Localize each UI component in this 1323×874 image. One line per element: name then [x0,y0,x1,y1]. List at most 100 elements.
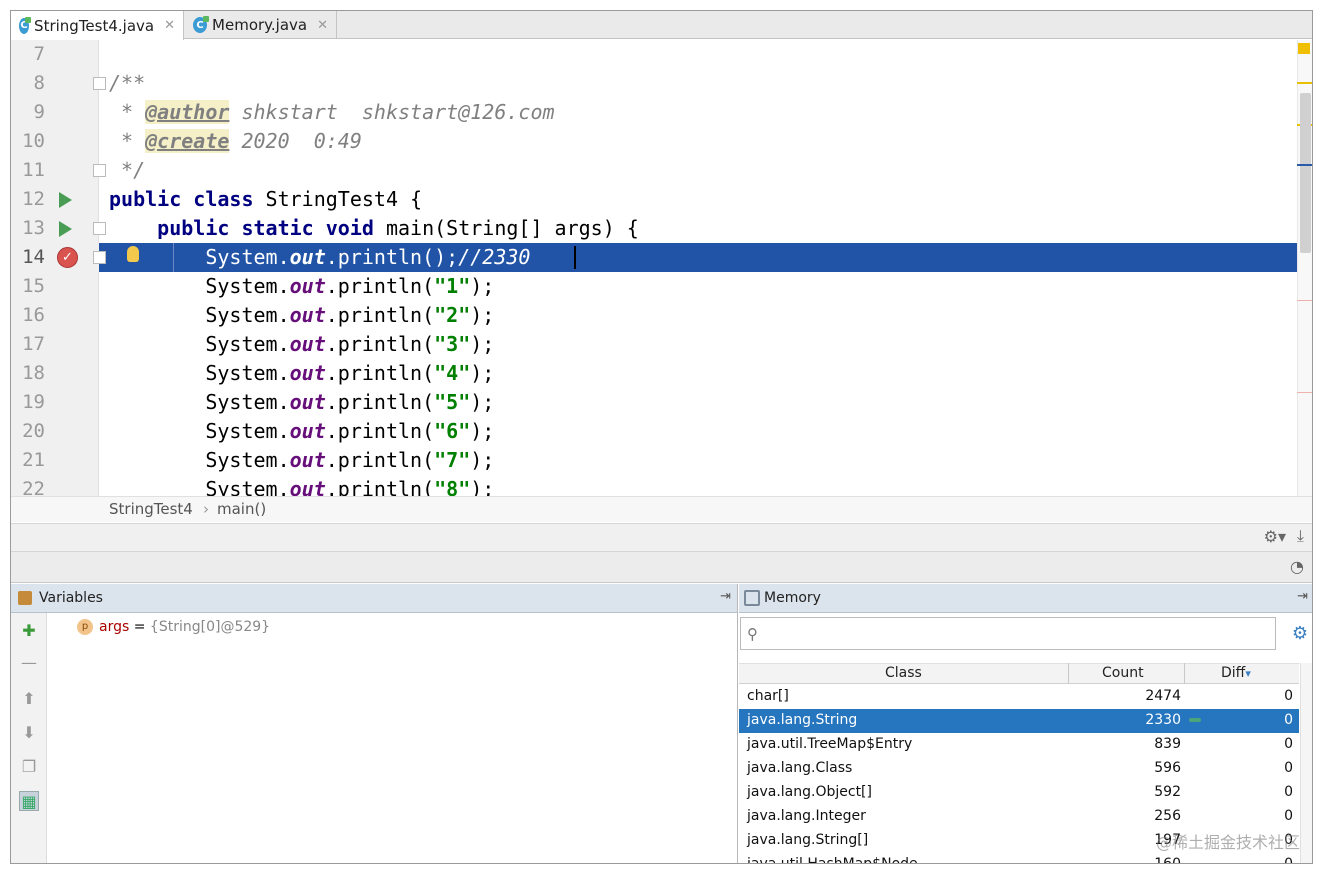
memory-table-row[interactable]: char[] 2474 0 [739,685,1299,709]
arrow-down-icon[interactable]: ⬇ [19,723,39,743]
code-text[interactable]: System.out.println("4"); [109,359,494,388]
code-text[interactable]: System.out.println();//2330 [109,243,530,272]
editor-tab-bar: C StringTest4.java ✕ C Memory.java ✕ [11,11,1312,40]
code-line: 22 System.out.println("8"); [11,475,1299,496]
variables-panel: Variables ⇥ ✚ — ⬆ ⬇ ❐ ▦ p args = {String[… [11,584,738,863]
run-icon[interactable] [59,192,72,208]
panel-title: Variables [39,590,103,606]
memory-header: Memory ⇥ [739,584,1312,613]
breadcrumb: StringTest4 › main() [11,496,1312,522]
variable-row[interactable]: p args = {String[0]@529} [77,619,270,635]
memory-table-row[interactable]: java.lang.String 2330 0 [739,709,1299,733]
class-name-cell: java.lang.Object[] [747,784,872,800]
count-cell: 256 [1154,808,1181,824]
code-text[interactable]: System.out.println("3"); [109,330,494,359]
class-name-cell: java.lang.Class [747,760,853,776]
parameter-icon: p [77,619,93,635]
code-text[interactable]: System.out.println("6"); [109,417,494,446]
code-text[interactable]: public class StringTest4 { [109,185,422,214]
code-text[interactable]: System.out.println("8"); [109,475,494,496]
breadcrumb-class[interactable]: StringTest4 [109,500,193,518]
class-name-cell: java.lang.String [747,712,858,728]
fold-icon[interactable] [93,164,106,177]
scrollbar-thumb[interactable] [1300,93,1311,253]
line-number: 16 [22,304,45,326]
code-text[interactable]: System.out.println("7"); [109,446,494,475]
code-text[interactable]: /** [109,69,145,98]
tab-stringtest4[interactable]: C StringTest4.java ✕ [11,11,184,40]
editor-scrollbar[interactable] [1297,40,1312,496]
count-cell: 2330 [1145,712,1181,728]
code-editor[interactable]: 7 8 /** 9 * @author shkstart shkstart@12… [11,40,1299,496]
column-count[interactable]: Count [1102,665,1144,681]
line-number: 18 [22,362,45,384]
settings-gear-icon[interactable]: ⚙ [1292,623,1308,644]
class-name-cell: java.lang.Integer [747,808,866,824]
fold-icon[interactable] [93,222,106,235]
gauge-icon[interactable]: ◔ [1290,557,1304,576]
close-icon[interactable]: ✕ [317,18,328,33]
code-text[interactable]: public static void main(String[] args) { [109,214,639,243]
class-search-input[interactable]: ⚲ [740,617,1276,650]
diff-cell: 0 [1284,736,1293,752]
remove-watch-icon[interactable]: — [19,653,39,673]
fold-icon[interactable] [93,251,106,264]
column-class[interactable]: Class [885,665,922,681]
code-text[interactable]: System.out.println("1"); [109,272,494,301]
text-caret [574,246,576,269]
breadcrumb-method[interactable]: main() [217,500,266,518]
download-icon[interactable]: ⤓ [1297,526,1304,546]
debug-subtoolbar: ◔ [11,551,1312,583]
column-diff[interactable]: Diff▾ [1221,665,1251,681]
line-number: 15 [22,275,45,297]
change-indicator-icon [1189,718,1201,722]
arrow-up-icon[interactable]: ⬆ [19,689,39,709]
add-watch-icon[interactable]: ✚ [19,621,39,641]
close-icon[interactable]: ✕ [164,18,175,33]
code-text[interactable]: * @author shkstart shkstart@126.com [109,98,555,127]
class-name-cell: java.lang.String[] [747,832,869,848]
code-text[interactable]: System.out.println("2"); [109,301,494,330]
memory-scrollbar[interactable] [1300,663,1312,863]
sort-desc-icon: ▾ [1245,667,1251,680]
run-icon[interactable] [59,221,72,237]
panel-title: Memory [764,590,821,606]
variable-eq: = [129,619,150,635]
variables-icon [18,591,32,605]
code-text[interactable]: */ [109,156,145,185]
count-cell: 160 [1154,856,1181,864]
memory-table-row[interactable]: java.lang.Object[] 592 0 [739,781,1299,805]
line-number: 12 [22,188,45,210]
copy-icon[interactable]: ❐ [19,757,39,777]
code-line-selected: 14 ✓ System.out.println();//2330 [11,243,1299,272]
code-text[interactable]: System.out.println("5"); [109,388,494,417]
pin-icon[interactable]: ⇥ [1297,589,1308,604]
code-line: 13 public static void main(String[] args… [11,214,1299,243]
line-number: 22 [22,478,45,496]
memory-table-header: Class Count Diff▾ [739,663,1299,684]
line-number: 8 [33,72,45,94]
gear-icon[interactable]: ⚙▾ [1264,527,1286,546]
code-line: 21 System.out.println("7"); [11,446,1299,475]
memory-table-row[interactable]: java.util.TreeMap$Entry 839 0 [739,733,1299,757]
code-text[interactable]: * @create 2020 0:49 [109,127,362,156]
memory-table-row[interactable]: java.util.HashMap$Node 160 0 [739,853,1299,864]
line-number: 20 [22,420,45,442]
class-name-cell: java.util.HashMap$Node [747,856,918,864]
watches-toggle-icon[interactable]: ▦ [19,791,39,811]
code-line: 19 System.out.println("5"); [11,388,1299,417]
code-line: 15 System.out.println("1"); [11,272,1299,301]
fold-icon[interactable] [93,77,106,90]
line-number: 7 [33,43,45,65]
variable-name: args [99,619,130,635]
pin-icon[interactable]: ⇥ [720,589,731,604]
memory-table-row[interactable]: java.lang.Integer 256 0 [739,805,1299,829]
diff-cell: 0 [1284,808,1293,824]
code-line: 17 System.out.println("3"); [11,330,1299,359]
line-number: 19 [22,391,45,413]
tab-memory[interactable]: C Memory.java ✕ [185,11,337,39]
breakpoint-icon[interactable]: ✓ [57,247,78,268]
diff-cell: 0 [1284,784,1293,800]
count-cell: 2474 [1145,688,1181,704]
memory-table-row[interactable]: java.lang.Class 596 0 [739,757,1299,781]
